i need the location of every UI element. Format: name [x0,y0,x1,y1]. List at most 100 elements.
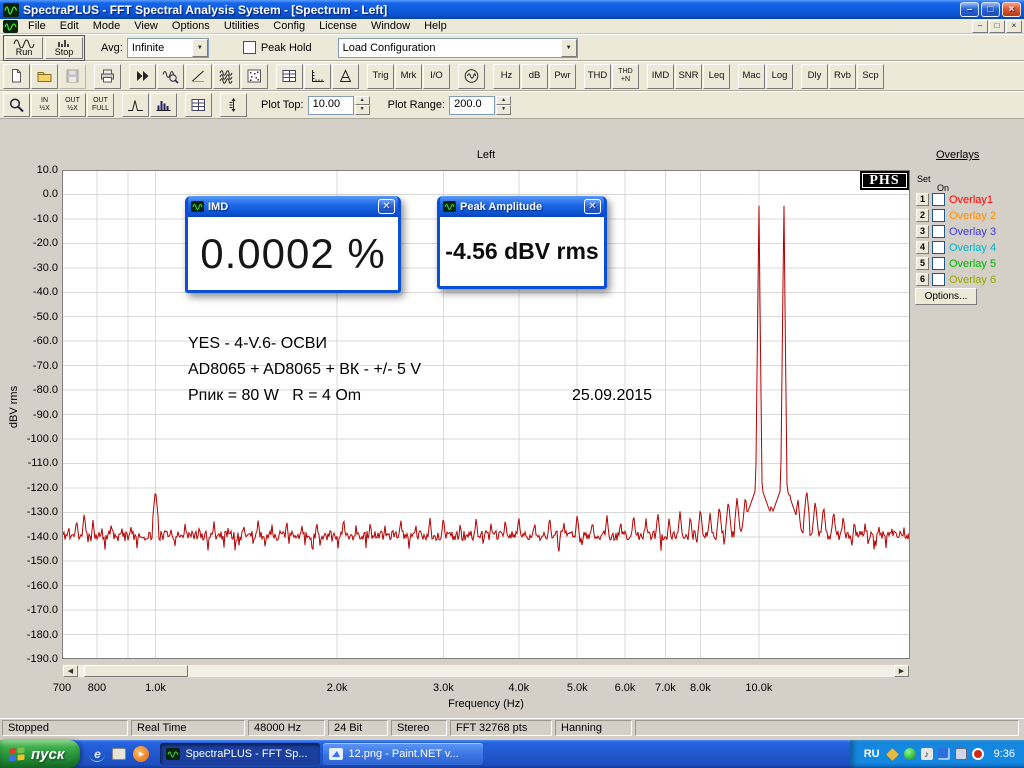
peak-hold-checkbox[interactable] [243,41,256,54]
mdi-minimize-button[interactable]: – [972,20,988,33]
document-icon[interactable] [3,20,18,33]
frequency-scrollbar[interactable]: ◀ ▶ [62,664,910,678]
chevron-down-icon[interactable]: ▼ [561,39,577,57]
menu-item-window[interactable]: Window [364,20,417,32]
zoom-waveform-button[interactable] [157,64,184,89]
task-button-2[interactable]: 12.png - Paint.NET v... [323,743,483,765]
bar-display-button[interactable] [150,93,177,117]
media-player-icon[interactable]: ▶ [133,746,149,762]
tray-volume-icon[interactable]: ♪ [921,748,933,760]
overlay-on-checkbox-5[interactable] [932,257,945,270]
overlay-on-checkbox-1[interactable] [932,193,945,206]
mdi-restore-button[interactable]: □ [989,20,1005,33]
new-file-button[interactable] [3,64,30,89]
language-indicator[interactable]: RU [864,748,880,760]
vertical-scale-button[interactable] [220,93,247,117]
overlay-set-button-2[interactable]: 2 [916,209,929,222]
overlay-on-checkbox-6[interactable] [932,273,945,286]
slope-button[interactable] [185,64,212,89]
db-units-button[interactable]: dB [521,64,548,89]
overlay-on-checkbox-2[interactable] [932,209,945,222]
plot-range-spinner[interactable]: ▲▼ [496,96,511,115]
scale-button[interactable] [304,64,331,89]
zoom-out-half-button[interactable]: OUT½X [59,93,86,117]
thd-button[interactable]: THD [584,64,611,89]
menu-item-utilities[interactable]: Utilities [217,20,266,32]
tray-messenger-icon[interactable] [955,748,967,760]
delay-button[interactable]: Dly [801,64,828,89]
show-desktop-icon[interactable] [112,748,126,760]
tray-shield-icon[interactable] [886,748,899,761]
overlay-set-button-1[interactable]: 1 [916,193,929,206]
macro-button[interactable]: Mac [738,64,765,89]
overlay-set-button-6[interactable]: 6 [916,273,929,286]
menu-item-file[interactable]: File [21,20,53,32]
run-button[interactable]: Run [5,37,43,59]
hz-units-button[interactable]: Hz [493,64,520,89]
scroll-left-icon[interactable]: ◀ [63,665,78,677]
marker-button[interactable]: Mrk [395,64,422,89]
taskbar-clock[interactable]: 9:36 [994,748,1015,760]
scroll-right-icon[interactable]: ▶ [894,665,909,677]
snr-button[interactable]: SNR [675,64,702,89]
plot-top-input[interactable]: 10.00 [308,96,354,115]
minimize-button[interactable]: – [960,2,979,17]
plot-top-spinner[interactable]: ▲▼ [355,96,370,115]
overlays-options-button[interactable]: Options... [915,288,977,305]
imd-window-titlebar[interactable]: IMD ✕ [188,196,398,217]
overlay-set-button-3[interactable]: 3 [916,225,929,238]
data-table-button[interactable] [276,64,303,89]
peak-close-icon[interactable]: ✕ [584,199,601,214]
grid-table-button[interactable] [185,93,212,117]
power-units-button[interactable]: Pwr [549,64,576,89]
leq-button[interactable]: Leq [703,64,730,89]
maximize-button[interactable]: □ [981,2,1000,17]
imd-close-icon[interactable]: ✕ [378,199,395,214]
load-configuration-select[interactable]: Load Configuration ▼ [338,38,578,58]
plot-range-input[interactable]: 200.0 [449,96,495,115]
zoom-in-half-button[interactable]: IN½X [31,93,58,117]
waterfall-button[interactable] [213,64,240,89]
scope-button[interactable]: Scp [857,64,884,89]
internet-explorer-icon[interactable]: e [89,746,105,762]
spectrogram-button[interactable] [241,64,268,89]
start-button[interactable]: пуск [0,740,80,768]
menu-item-options[interactable]: Options [165,20,217,32]
peak-curve-button[interactable] [122,93,149,117]
signal-generator-button[interactable] [458,64,485,89]
spin-down-icon[interactable]: ▼ [496,105,511,115]
task-button-1[interactable]: SpectraPLUS - FFT Sp... [160,743,320,765]
overlay-set-button-4[interactable]: 4 [916,241,929,254]
tray-network-icon[interactable] [938,748,950,760]
tray-agent-icon[interactable] [904,748,916,760]
scrollbar-thumb[interactable] [84,665,188,677]
close-button[interactable]: × [1002,2,1021,17]
menu-item-help[interactable]: Help [417,20,454,32]
reverb-button[interactable]: Rvb [829,64,856,89]
overlay-set-button-5[interactable]: 5 [916,257,929,270]
menu-item-mode[interactable]: Mode [86,20,128,32]
averaging-select[interactable]: Infinite ▼ [127,38,209,58]
menu-item-view[interactable]: View [127,20,165,32]
peak-window-titlebar[interactable]: Peak Amplitude ✕ [440,196,604,217]
spin-down-icon[interactable]: ▼ [355,105,370,115]
open-file-button[interactable] [31,64,58,89]
overlay-on-checkbox-4[interactable] [932,241,945,254]
chevron-down-icon[interactable]: ▼ [192,39,208,57]
fast-forward-button[interactable] [129,64,156,89]
scrollbar-track[interactable] [78,665,894,677]
overlay-on-checkbox-3[interactable] [932,225,945,238]
stop-button[interactable]: Stop [45,37,83,59]
spin-up-icon[interactable]: ▲ [496,96,511,106]
zoom-out-full-button[interactable]: OUTFULL [87,93,114,117]
zoom-select-button[interactable] [3,93,30,117]
thdn-button[interactable]: THD+N [612,64,639,89]
trigger-button[interactable]: Trig [367,64,394,89]
menu-item-license[interactable]: License [312,20,364,32]
menu-item-edit[interactable]: Edit [53,20,86,32]
menu-item-config[interactable]: Config [266,20,312,32]
imd-button[interactable]: IMD [647,64,674,89]
spin-up-icon[interactable]: ▲ [355,96,370,106]
tray-monitor-icon[interactable] [972,748,984,760]
calibration-button[interactable] [332,64,359,89]
